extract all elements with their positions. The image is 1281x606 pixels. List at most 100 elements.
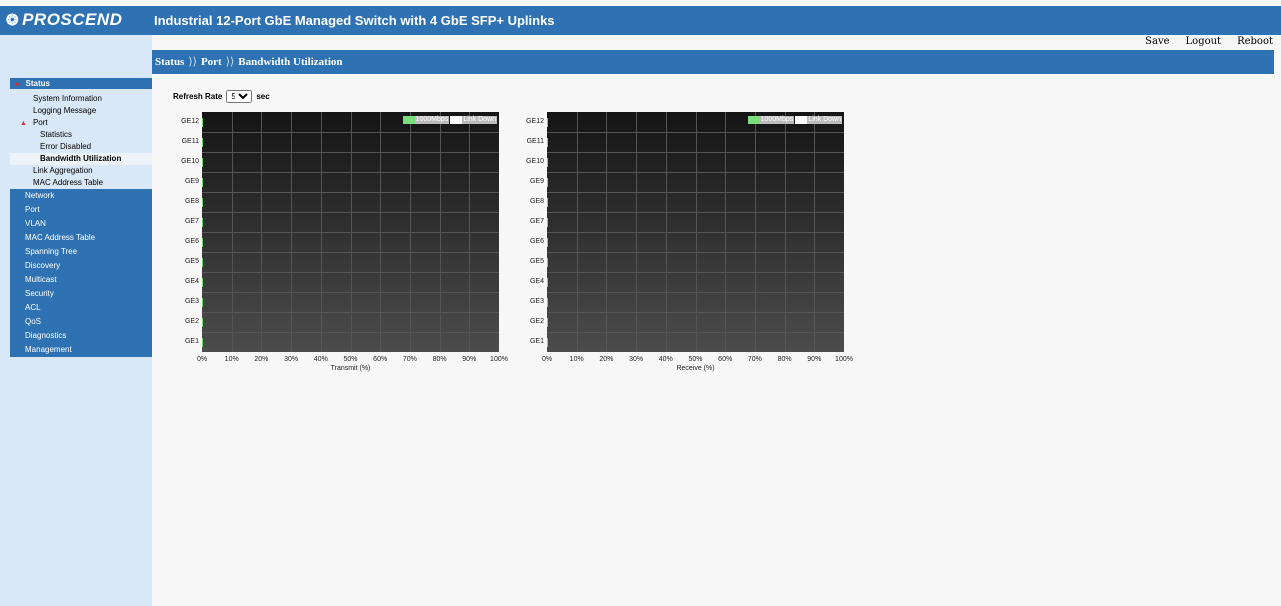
grid-line <box>202 212 499 213</box>
x-tick-label: 10% <box>224 356 239 363</box>
y-tick-label: GE10 <box>181 158 199 165</box>
brand-logo: ❂ PROSCEND <box>6 10 122 31</box>
y-tick-label: GE8 <box>529 198 544 205</box>
sidebar-item-status[interactable]: ▸ Status <box>10 78 152 89</box>
bar-ge11 <box>202 138 203 147</box>
grid-line <box>202 332 499 333</box>
reboot-link[interactable]: Reboot <box>1229 35 1281 50</box>
bar-ge7 <box>202 218 203 227</box>
refresh-rate-label: Refresh Rate <box>173 92 223 101</box>
y-tick-label: GE6 <box>184 238 199 245</box>
bar-ge9 <box>202 178 203 187</box>
bar-ge7 <box>547 218 548 227</box>
breadcrumb-status: Status <box>155 56 185 68</box>
sidebar-item-management[interactable]: Management <box>10 343 152 357</box>
top-actions: Save Logout Reboot <box>1137 35 1281 50</box>
bar-ge6 <box>202 238 203 247</box>
sidebar-item-diagnostics[interactable]: Diagnostics <box>10 329 152 343</box>
chart-legend: 1000Mbps Link Down <box>747 116 842 124</box>
y-tick-label: GE5 <box>184 258 199 265</box>
bar-ge3 <box>202 298 203 307</box>
bar-ge9 <box>547 178 548 187</box>
grid-line <box>547 272 844 273</box>
grid-line <box>547 192 844 193</box>
sidebar-item-acl[interactable]: ACL <box>10 301 152 315</box>
x-tick-label: 50% <box>688 356 703 363</box>
grid-line <box>547 312 844 313</box>
bar-ge2 <box>547 318 548 327</box>
grid-line <box>202 152 499 153</box>
sidebar-item-error-disabled[interactable]: Error Disabled <box>10 141 152 153</box>
bar-ge5 <box>202 258 203 267</box>
sidebar-categories: Network Port VLAN MAC Address Table Spanning… <box>10 189 152 357</box>
sidebar-menu: ▸ Status System Information Logging Messa… <box>10 78 152 357</box>
bar-ge10 <box>547 158 548 167</box>
x-tick-label: 20% <box>599 356 614 363</box>
grid-line <box>547 252 844 253</box>
x-tick-label: 100% <box>490 356 508 363</box>
refresh-rate-select[interactable]: 5 <box>226 90 253 103</box>
breadcrumb: Status ⟩⟩ Port ⟩⟩ Bandwidth Utilization <box>152 50 1274 74</box>
y-tick-label: GE9 <box>184 178 199 185</box>
sidebar-item-discovery[interactable]: Discovery <box>10 259 152 273</box>
legend-label: Link Down <box>462 116 497 124</box>
y-tick-label: GE12 <box>526 118 544 125</box>
grid-line <box>202 272 499 273</box>
x-tick-label: 50% <box>343 356 358 363</box>
breadcrumb-separator-icon: ⟩⟩ <box>188 56 197 68</box>
breadcrumb-separator-icon: ⟩⟩ <box>225 56 235 68</box>
grid-line <box>202 232 499 233</box>
x-tick-label: 0% <box>196 356 208 363</box>
sidebar-item-link-aggregation[interactable]: Link Aggregation <box>10 165 152 177</box>
sidebar-item-mac-address-table[interactable]: MAC Address Table <box>10 177 152 189</box>
x-tick-label: 60% <box>373 356 388 363</box>
y-tick-label: GE8 <box>184 198 199 205</box>
y-tick-label: GE12 <box>181 118 199 125</box>
x-tick-label: 100% <box>835 356 853 363</box>
sidebar-item-port[interactable]: Port <box>10 203 152 217</box>
chart-plot-area: 1000Mbps Link Down <box>202 112 499 352</box>
y-tick-label: GE4 <box>184 278 199 285</box>
save-link[interactable]: Save <box>1137 35 1177 50</box>
y-tick-label: GE3 <box>184 298 199 305</box>
chart-plot-area: 1000Mbps Link Down <box>547 112 844 352</box>
sidebar-item-mac-address-table[interactable]: MAC Address Table <box>10 231 152 245</box>
sidebar-item-vlan[interactable]: VLAN <box>10 217 152 231</box>
bar-ge12 <box>202 118 203 127</box>
bar-ge5 <box>547 258 548 267</box>
sidebar-item-statistics[interactable]: Statistics <box>10 129 152 141</box>
sidebar-item-bandwidth-utilization[interactable]: Bandwidth Utilization <box>10 153 152 165</box>
bar-ge11 <box>547 138 548 147</box>
refresh-rate: Refresh Rate 5 sec <box>173 90 270 103</box>
bar-ge8 <box>202 198 203 207</box>
legend-label: 1000Mbps <box>759 116 795 124</box>
y-tick-label: GE10 <box>526 158 544 165</box>
sidebar-item-system-information[interactable]: System Information <box>10 93 152 105</box>
bar-ge10 <box>202 158 203 167</box>
x-tick-label: 20% <box>254 356 269 363</box>
grid-line <box>202 292 499 293</box>
sidebar-item-network[interactable]: Network <box>10 189 152 203</box>
bar-ge1 <box>202 338 203 347</box>
y-tick-label: GE11 <box>526 138 544 145</box>
bar-ge2 <box>202 318 203 327</box>
logout-link[interactable]: Logout <box>1178 35 1230 50</box>
bar-ge4 <box>547 278 548 287</box>
sidebar-item-spanning-tree[interactable]: Spanning Tree <box>10 245 152 259</box>
chart-legend: 1000Mbps Link Down <box>402 116 497 124</box>
x-tick-label: 60% <box>718 356 733 363</box>
grid-line <box>547 332 844 333</box>
y-tick-label: GE7 <box>529 218 544 225</box>
sidebar-item-port-group[interactable]: ▲ Port <box>10 117 152 129</box>
y-tick-label: GE3 <box>529 298 544 305</box>
sidebar-item-logging-message[interactable]: Logging Message <box>10 105 152 117</box>
refresh-rate-unit: sec <box>256 92 270 101</box>
brand-name: PROSCEND <box>22 10 123 29</box>
sidebar-item-multicast[interactable]: Multicast <box>10 273 152 287</box>
legend-label: 1000Mbps <box>414 116 450 124</box>
legend-label: Link Down <box>807 116 842 124</box>
sidebar-item-security[interactable]: Security <box>10 287 152 301</box>
product-title: Industrial 12-Port GbE Managed Switch wi… <box>154 13 555 28</box>
sidebar-item-qos[interactable]: QoS <box>10 315 152 329</box>
bar-ge8 <box>547 198 548 207</box>
